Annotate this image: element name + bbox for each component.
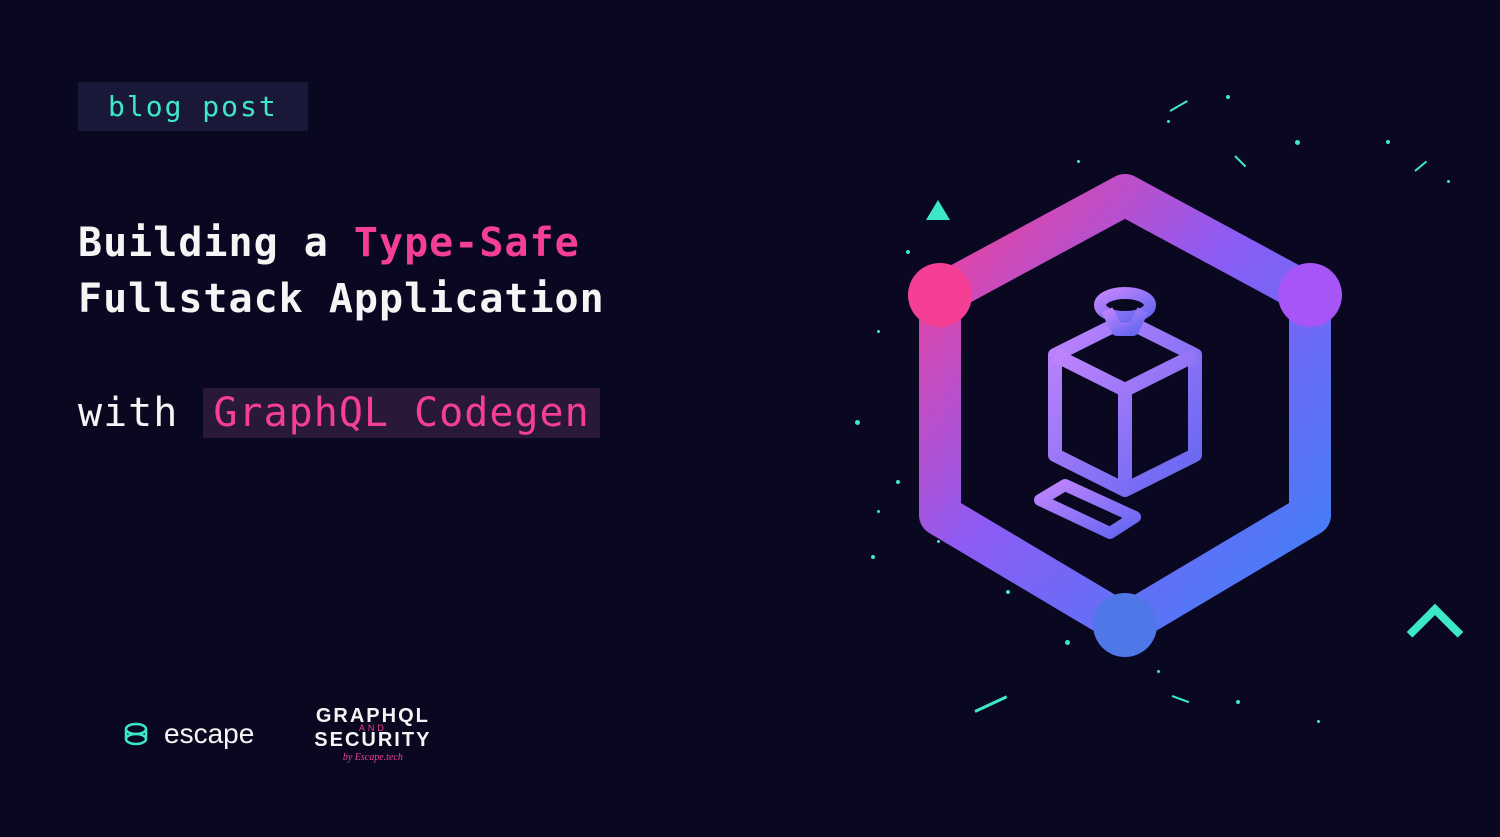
gql-byline: by Escape.tech bbox=[314, 753, 431, 763]
particle bbox=[1226, 95, 1230, 99]
title-highlight: Type-Safe bbox=[354, 220, 580, 266]
particle bbox=[1295, 140, 1300, 145]
particle-line bbox=[1414, 161, 1427, 172]
particle bbox=[906, 250, 910, 254]
particle bbox=[1167, 120, 1170, 123]
particle bbox=[855, 420, 860, 425]
particle bbox=[1447, 180, 1450, 183]
particle-line bbox=[1170, 100, 1188, 112]
graphql-security-logo: GRAPHQL AND SECURITY by Escape.tech bbox=[314, 707, 431, 762]
subtitle: with GraphQL Codegen bbox=[78, 390, 600, 436]
particle bbox=[1386, 140, 1390, 144]
particle bbox=[871, 555, 875, 559]
gql-line2: SECURITY bbox=[314, 731, 431, 750]
particle bbox=[1157, 670, 1160, 673]
title-line2: Fullstack Application bbox=[78, 276, 605, 322]
particle bbox=[896, 480, 900, 484]
hexagon-icon bbox=[840, 135, 1410, 705]
particle bbox=[1006, 590, 1010, 594]
main-title: Building a Type-Safe Fullstack Applicati… bbox=[78, 215, 605, 327]
escape-text: escape bbox=[164, 718, 254, 750]
particle bbox=[937, 540, 940, 543]
subtitle-highlight: GraphQL Codegen bbox=[203, 388, 599, 438]
escape-logo: escape bbox=[120, 718, 254, 750]
particle bbox=[1236, 700, 1240, 704]
particle bbox=[1317, 720, 1320, 723]
blog-post-badge: blog post bbox=[78, 82, 308, 131]
particle bbox=[877, 330, 880, 333]
escape-icon bbox=[120, 718, 152, 750]
subtitle-prefix: with bbox=[78, 390, 203, 436]
chevron-decoration bbox=[1407, 604, 1464, 661]
hero-graphic bbox=[840, 135, 1410, 705]
particle bbox=[1077, 160, 1080, 163]
particle bbox=[1065, 640, 1070, 645]
logos-container: escape GRAPHQL AND SECURITY by Escape.te… bbox=[120, 707, 431, 762]
triangle-decoration bbox=[926, 200, 950, 220]
title-prefix: Building a bbox=[78, 220, 354, 266]
particle bbox=[877, 510, 880, 513]
